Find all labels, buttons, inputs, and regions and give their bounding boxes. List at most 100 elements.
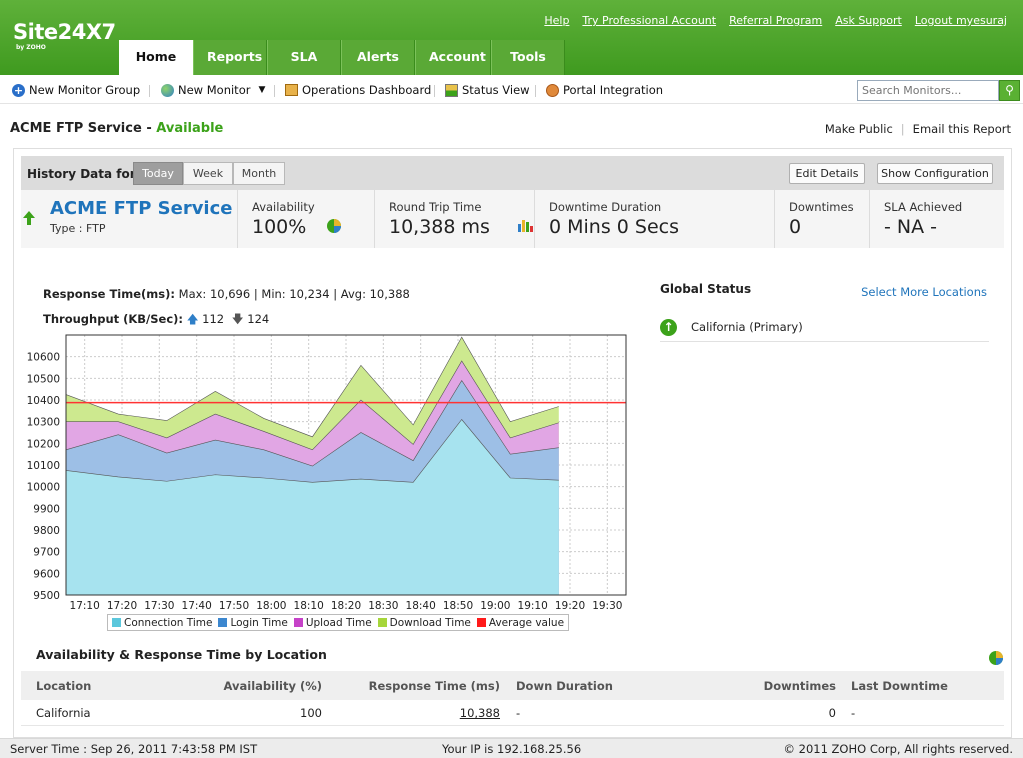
sla-value: - NA - bbox=[884, 216, 938, 238]
referral-program-link[interactable]: Referral Program bbox=[729, 14, 822, 27]
throughput-stats: Throughput (KB/Sec): 🡅 112 🡇 124 bbox=[43, 312, 269, 331]
x-tick-label: 19:10 bbox=[518, 600, 548, 612]
globe-icon bbox=[161, 83, 174, 97]
location-status-row[interactable]: ↑ California (Primary) bbox=[660, 313, 989, 342]
availability-label: Availability bbox=[252, 200, 315, 214]
downtime-label: Downtime Duration bbox=[549, 200, 662, 214]
x-tick-label: 19:20 bbox=[555, 600, 585, 612]
tab-sla[interactable]: SLA bbox=[267, 40, 341, 75]
history-bar: History Data for: Today Week Month Edit … bbox=[21, 156, 1004, 190]
status-view-button[interactable]: Status View bbox=[445, 83, 530, 97]
status-view-icon bbox=[445, 83, 458, 97]
throughput-label: Throughput (KB/Sec): bbox=[43, 312, 184, 326]
up-status-icon: ↑ bbox=[660, 318, 677, 336]
location-name: California (Primary) bbox=[691, 320, 803, 334]
search-input[interactable] bbox=[857, 80, 999, 101]
downtimes-label: Downtimes bbox=[789, 200, 854, 214]
portal-integration-button[interactable]: Portal Integration bbox=[546, 83, 663, 97]
cell-last-downtime: - bbox=[851, 706, 856, 720]
legend-swatch bbox=[377, 618, 387, 627]
col-availability: Availability (%) bbox=[223, 679, 322, 693]
chevron-down-icon[interactable]: ▼ bbox=[258, 85, 265, 95]
tab-account[interactable]: Account bbox=[415, 40, 491, 75]
sla-metric: SLA Achieved - NA - bbox=[869, 190, 1004, 248]
downtimes-metric: Downtimes 0 bbox=[774, 190, 869, 248]
global-status-title: Global Status bbox=[660, 282, 752, 296]
legend-connection-time[interactable]: Connection Time bbox=[112, 617, 212, 629]
week-toggle[interactable]: Week bbox=[183, 162, 233, 185]
legend-average-value[interactable]: Average value bbox=[476, 617, 564, 629]
divider bbox=[149, 85, 150, 97]
max-label: Max: bbox=[178, 287, 207, 301]
col-response-time: Response Time (ms) bbox=[368, 679, 500, 693]
status-view-label: Status View bbox=[462, 83, 530, 97]
new-monitor-button[interactable]: New Monitor ▼ bbox=[161, 83, 265, 97]
logout-link[interactable]: Logout myesuraj bbox=[915, 14, 1007, 27]
make-public-link[interactable]: Make Public bbox=[825, 122, 893, 136]
help-link[interactable]: Help bbox=[544, 14, 569, 27]
show-configuration-button[interactable]: Show Configuration bbox=[877, 163, 993, 184]
tab-tools[interactable]: Tools bbox=[491, 40, 565, 75]
legend-label: Connection Time bbox=[124, 616, 213, 629]
pie-chart-icon[interactable] bbox=[988, 650, 1004, 666]
copyright: © 2011 ZOHO Corp, All rights reserved. bbox=[783, 742, 1013, 756]
server-time: Server Time : Sep 26, 2011 7:43:58 PM IS… bbox=[10, 742, 258, 756]
site24x7-logo[interactable]: Site24X7 bbox=[13, 20, 116, 44]
y-tick-label: 9900 bbox=[33, 503, 60, 515]
legend-swatch bbox=[293, 618, 303, 627]
y-tick-label: 10000 bbox=[27, 482, 60, 494]
ask-support-link[interactable]: Ask Support bbox=[835, 14, 902, 27]
divider bbox=[434, 85, 435, 97]
email-report-link[interactable]: Email this Report bbox=[913, 122, 1011, 136]
x-tick-label: 18:20 bbox=[331, 600, 361, 612]
dashboard-icon bbox=[285, 84, 298, 96]
legend-label: Upload Time bbox=[305, 616, 372, 629]
response-time-link[interactable]: 10,388 bbox=[460, 706, 500, 720]
y-tick-label: 10600 bbox=[27, 352, 60, 364]
month-toggle[interactable]: Month bbox=[233, 162, 285, 185]
plus-icon: + bbox=[12, 83, 25, 97]
response-time-stats: Response Time(ms): Max: 10,696 | Min: 10… bbox=[43, 287, 410, 301]
legend-download-time[interactable]: Download Time bbox=[377, 617, 471, 629]
legend-swatch bbox=[218, 618, 228, 627]
legend-upload-time[interactable]: Upload Time bbox=[293, 616, 372, 629]
downtime-value: 0 Mins 0 Secs bbox=[549, 216, 680, 238]
tab-alerts[interactable]: Alerts bbox=[341, 40, 415, 75]
col-down-duration: Down Duration bbox=[516, 679, 613, 693]
operations-dashboard-button[interactable]: Operations Dashboard bbox=[285, 83, 431, 97]
title-separator: - bbox=[141, 121, 157, 136]
legend-swatch bbox=[476, 618, 486, 627]
edit-details-button[interactable]: Edit Details bbox=[789, 163, 865, 184]
x-tick-label: 19:30 bbox=[592, 600, 622, 612]
tab-reports[interactable]: Reports bbox=[193, 40, 267, 75]
cell-location: California bbox=[36, 706, 91, 720]
location-section-title: Availability & Response Time by Location bbox=[36, 647, 327, 662]
availability-metric: Availability 100% bbox=[237, 190, 374, 248]
col-downtimes: Downtimes bbox=[763, 679, 836, 693]
tab-home[interactable]: Home bbox=[119, 40, 193, 75]
search-icon[interactable]: ⚲ bbox=[999, 80, 1020, 101]
downtimes-value: 0 bbox=[789, 216, 802, 238]
y-tick-label: 9500 bbox=[33, 590, 60, 602]
service-name[interactable]: ACME FTP Service bbox=[50, 198, 232, 219]
col-last-downtime: Last Downtime bbox=[851, 679, 948, 693]
x-tick-label: 17:50 bbox=[219, 600, 249, 612]
sla-label: SLA Achieved bbox=[884, 200, 963, 214]
try-professional-link[interactable]: Try Professional Account bbox=[582, 14, 716, 27]
y-tick-label: 9600 bbox=[33, 568, 60, 580]
legend-login-time[interactable]: Login Time bbox=[218, 617, 288, 629]
downtime-duration-metric: Downtime Duration 0 Mins 0 Secs bbox=[534, 190, 774, 248]
y-tick-label: 9700 bbox=[33, 547, 60, 559]
client-ip: Your IP is 192.168.25.56 bbox=[442, 742, 582, 756]
availability-value: 100% bbox=[252, 216, 307, 238]
select-more-locations-link[interactable]: Select More Locations bbox=[861, 285, 987, 299]
new-monitor-group-button[interactable]: + New Monitor Group bbox=[12, 83, 140, 97]
page-actions: Make Public | Email this Report bbox=[825, 122, 1011, 136]
portal-icon bbox=[546, 83, 559, 97]
pie-chart-icon[interactable] bbox=[326, 218, 342, 234]
bar-chart-icon[interactable] bbox=[517, 218, 533, 232]
today-toggle[interactable]: Today bbox=[133, 162, 183, 185]
min-value: 10,234 bbox=[289, 287, 330, 301]
max-value: 10,696 bbox=[209, 287, 251, 301]
x-tick-label: 18:10 bbox=[294, 600, 324, 612]
